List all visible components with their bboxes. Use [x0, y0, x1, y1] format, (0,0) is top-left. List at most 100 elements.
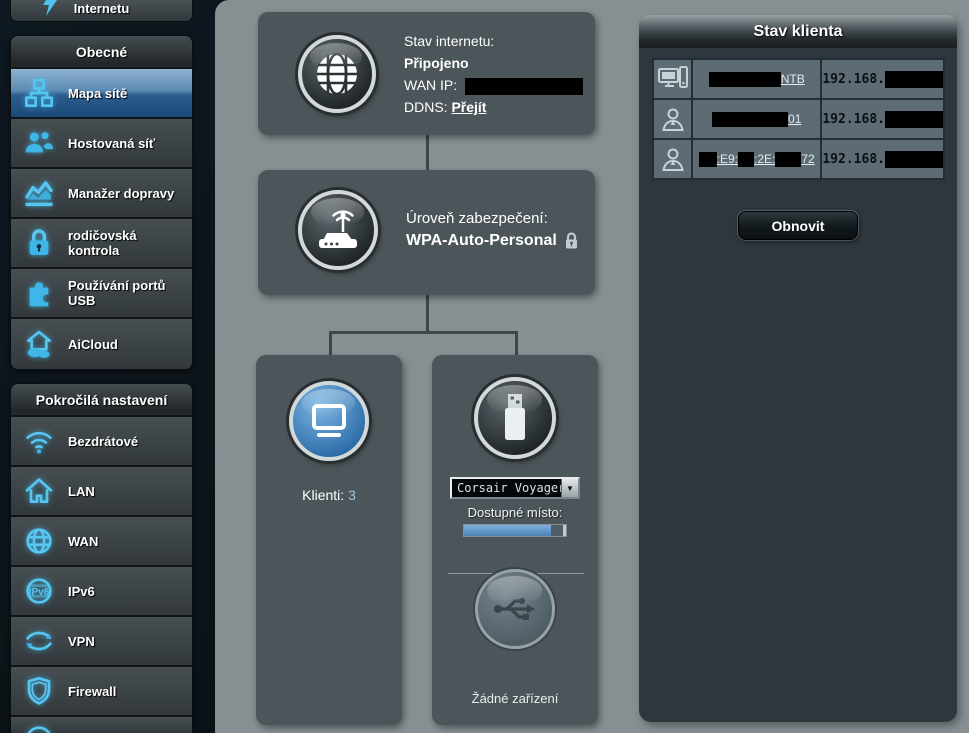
client-name-redacted	[709, 72, 781, 87]
internet-status-card[interactable]: Stav internetu: Připojeno WAN IP: DDNS: …	[258, 12, 595, 135]
table-row[interactable]: 01 192.168.	[653, 99, 944, 139]
client-status-title: Stav klienta	[639, 15, 957, 48]
sidebar-item-lan[interactable]: LAN	[11, 467, 192, 517]
usb-stick-icon	[500, 392, 530, 444]
connector-line	[329, 331, 518, 334]
usb-card[interactable]: Corsair Voyager ▼ Dostupné místo: Žádné …	[432, 355, 598, 725]
sidebar-item-internet-setup[interactable]: Internetu	[10, 0, 193, 22]
clients-label: Klienti:	[302, 487, 344, 503]
globe-icon	[23, 525, 55, 557]
connector-line	[515, 331, 518, 357]
sitemap-icon	[23, 77, 55, 109]
sidebar-item-label: Bezdrátové	[68, 434, 186, 449]
sidebar: Internetu Obecné Mapa sítě Hostovaná síť	[10, 0, 193, 733]
wifi-icon	[23, 425, 55, 457]
monitor-icon	[307, 401, 351, 441]
client-mac-part[interactable]: :E9:	[717, 152, 738, 166]
sidebar-item-vpn[interactable]: VPN	[11, 617, 192, 667]
sidebar-item-ipv6[interactable]: IPv6 IPv6	[11, 567, 192, 617]
select-arrow-icon[interactable]: ▼	[561, 479, 578, 497]
sidebar-item-label: rodičovská kontrola	[68, 228, 186, 258]
sidebar-item-label: IPv6	[68, 584, 186, 599]
sidebar-section-advanced: Pokročilá nastavení Bezdrátové LAN	[10, 383, 193, 733]
sidebar-item-label: VPN	[68, 634, 186, 649]
ddns-row: DDNS: Přejít	[404, 96, 583, 118]
client-ip-redacted	[885, 71, 943, 88]
refresh-button[interactable]: Obnovit	[738, 211, 858, 240]
sidebar-item-parental-control[interactable]: rodičovská kontrola	[11, 219, 192, 269]
sidebar-item-label: Hostovaná síť	[68, 136, 186, 151]
sidebar-item-label: Manažer dopravy	[68, 186, 186, 201]
lock-icon	[564, 232, 579, 250]
sidebar-item-label: Firewall	[68, 684, 186, 699]
sidebar-item-usb-application[interactable]: Používání portů USB	[11, 269, 192, 319]
computer-icon	[658, 66, 688, 92]
sidebar-item-label: Používání portů USB	[68, 278, 186, 308]
client-ip-prefix: 192.168.	[822, 112, 885, 127]
wan-ip-label: WAN IP:	[404, 77, 457, 93]
internet-globe-button[interactable]	[298, 35, 376, 113]
client-ip-redacted	[885, 151, 943, 168]
usb-puzzle-icon	[23, 277, 55, 309]
usb-space-label: Dostupné místo:	[432, 505, 598, 520]
sidebar-item-firewall[interactable]: Firewall	[11, 667, 192, 717]
usb-trident-icon	[491, 591, 539, 627]
sidebar-item-label: AiCloud	[68, 337, 186, 352]
sidebar-item-aicloud[interactable]: AiCloud	[11, 319, 192, 369]
client-name-redacted	[712, 112, 788, 127]
aicloud-icon	[23, 328, 55, 360]
wan-ip-row: WAN IP:	[404, 74, 583, 96]
client-table: NTB 192.168. 01 192.168	[652, 58, 945, 180]
sidebar-item-label: LAN	[68, 484, 186, 499]
sidebar-item-wireless[interactable]: Bezdrátové	[11, 417, 192, 467]
usb-device-select[interactable]: Corsair Voyager ▼	[450, 477, 580, 499]
parental-lock-icon	[23, 227, 55, 259]
sidebar-item-network-map[interactable]: Mapa sítě	[11, 69, 192, 119]
client-mac-redacted	[699, 152, 717, 167]
client-mac-part[interactable]: 72	[801, 152, 814, 166]
sidebar-item-wan[interactable]: WAN	[11, 517, 192, 567]
usb-no-device-label: Žádné zařízení	[432, 691, 598, 706]
connector-line	[426, 295, 429, 333]
client-status-panel: Stav klienta NTB 192.168.	[639, 15, 957, 722]
sidebar-item-guest-network[interactable]: Hostovaná síť	[11, 119, 192, 169]
table-row[interactable]: NTB 192.168.	[653, 59, 944, 99]
sidebar-item-administration-partial[interactable]	[11, 717, 192, 733]
client-name-link[interactable]: NTB	[781, 72, 805, 86]
ddns-go-link[interactable]: Přejít	[451, 99, 486, 115]
client-ip-redacted	[885, 111, 943, 128]
client-ip-prefix: 192.168.	[822, 152, 885, 167]
usb-disk-button[interactable]	[474, 377, 556, 459]
sidebar-section-general: Obecné Mapa sítě Hostovaná síť	[10, 35, 193, 370]
internet-status-value: Připojeno	[404, 52, 583, 74]
guest-network-icon	[23, 127, 55, 159]
router-icon	[313, 208, 363, 252]
sidebar-section-header: Obecné	[11, 36, 192, 69]
table-row[interactable]: :E9: :2E: 72 192.168.	[653, 139, 944, 179]
sidebar-item-traffic-manager[interactable]: Manažer dopravy	[11, 169, 192, 219]
usb-port-button[interactable]	[475, 569, 555, 649]
quick-setup-bolt-icon	[39, 0, 61, 16]
client-mac-part[interactable]: :2E:	[754, 152, 775, 166]
traffic-chart-icon	[23, 177, 55, 209]
connector-line	[426, 135, 429, 171]
security-level-value: WPA-Auto-Personal	[406, 230, 557, 252]
user-icon	[660, 106, 686, 132]
client-name-link[interactable]: 01	[788, 112, 801, 126]
clients-count: 3	[348, 487, 356, 503]
client-ip-prefix: 192.168.	[822, 72, 885, 87]
router-security-button[interactable]	[298, 190, 378, 270]
svg-text:IPv6: IPv6	[29, 587, 50, 598]
internet-status-label: Stav internetu:	[404, 30, 583, 52]
client-mac-redacted	[775, 152, 801, 167]
user-icon	[660, 146, 686, 172]
security-card[interactable]: Úroveň zabezpečení: WPA-Auto-Personal	[258, 170, 595, 295]
usb-space-reserved	[551, 525, 563, 536]
clients-card[interactable]: Klienti: 3	[256, 355, 402, 725]
wan-ip-redacted	[465, 78, 583, 95]
sidebar-item-label: Internetu	[74, 1, 130, 16]
usb-space-used	[464, 525, 551, 536]
clients-button[interactable]	[289, 381, 369, 461]
sidebar-section-header: Pokročilá nastavení	[11, 384, 192, 417]
sidebar-item-label: WAN	[68, 534, 186, 549]
